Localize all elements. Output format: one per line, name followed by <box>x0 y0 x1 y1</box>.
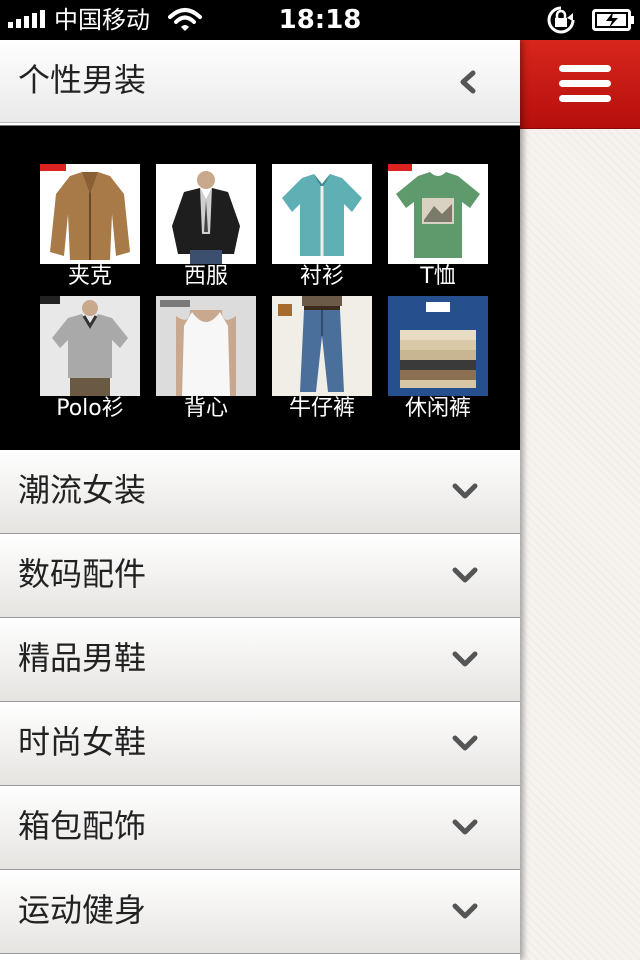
category-label: 时尚女鞋 <box>18 723 147 761</box>
category-sports-fitness[interactable]: 运动健身 <box>0 870 520 954</box>
subcategory-label: 衬衫 <box>299 264 344 289</box>
menu-button[interactable] <box>520 40 640 129</box>
subcategory-label: Polo衫 <box>56 396 124 421</box>
subcategory-label: 休闲裤 <box>404 396 471 421</box>
subcategory-label: 背心 <box>183 396 228 421</box>
vest-icon <box>156 296 256 396</box>
category-title: 个性男装 <box>18 61 147 99</box>
category-digital-accessories[interactable]: 数码配件 <box>0 534 520 618</box>
chevron-down-icon <box>452 734 478 756</box>
chevron-down-icon <box>452 650 478 672</box>
category-mens-shoes[interactable]: 精品男鞋 <box>0 618 520 702</box>
chevron-down-icon <box>452 482 478 504</box>
category-womens-shoes[interactable]: 时尚女鞋 <box>0 702 520 786</box>
main-content-pane <box>520 40 640 960</box>
subcategory-label: 牛仔裤 <box>288 396 355 421</box>
jacket-icon <box>40 164 140 264</box>
suit-icon <box>156 164 256 264</box>
chevron-down-icon <box>452 818 478 840</box>
pants-icon <box>388 296 488 396</box>
category-bags-accessories[interactable]: 箱包配饰 <box>0 786 520 870</box>
subcategory-label: T恤 <box>420 264 456 289</box>
category-label: 数码配件 <box>18 555 147 593</box>
subcategory-label: 西服 <box>183 264 228 289</box>
category-label: 潮流女装 <box>18 471 147 509</box>
category-header-menswear[interactable]: 个性男装 <box>0 40 520 123</box>
subcategory-label: 夹克 <box>67 264 112 289</box>
category-label: 运动健身 <box>18 891 147 929</box>
subcategory-grid: 夹克 西服 衬衫 T恤 Polo衫 背心 牛仔裤 休闲裤 <box>0 126 520 450</box>
shirt-icon <box>272 164 372 264</box>
category-womenswear[interactable]: 潮流女装 <box>0 450 520 534</box>
chevron-left-icon[interactable] <box>458 70 476 98</box>
status-bar: 中国移动 18:18 <box>0 0 640 40</box>
chevron-down-icon <box>452 902 478 924</box>
category-label: 箱包配饰 <box>18 807 147 845</box>
chevron-down-icon <box>452 566 478 588</box>
jeans-icon <box>272 296 372 396</box>
tshirt-icon <box>388 164 488 264</box>
category-sidebar: 个性男装 夹克 西服 衬衫 T恤 Polo衫 背心 牛仔裤 休闲裤 潮流女装 数… <box>0 40 520 960</box>
category-label: 精品男鞋 <box>18 639 147 677</box>
battery-icon <box>592 9 636 35</box>
rotation-lock-icon <box>544 5 578 39</box>
polo-icon <box>40 296 140 396</box>
